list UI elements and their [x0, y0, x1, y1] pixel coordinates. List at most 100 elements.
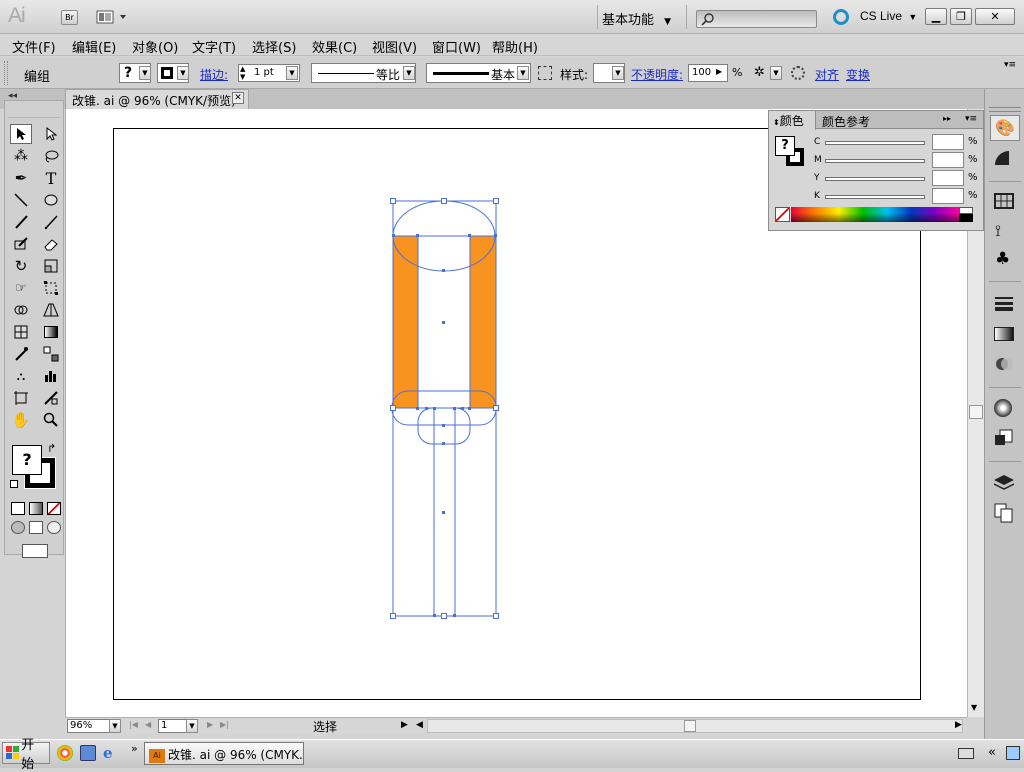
hand-tool-icon[interactable]: ✋ [10, 410, 32, 430]
color-guide-icon[interactable] [993, 149, 1015, 167]
cyan-field[interactable] [932, 134, 964, 150]
chevron-down-icon[interactable]: ▼ [109, 719, 121, 733]
bridge-button[interactable]: Br [61, 10, 78, 25]
panel-menu-icon[interactable]: ▾≡ [965, 114, 977, 124]
color-spectrum[interactable] [791, 207, 959, 222]
magic-wand-tool-icon[interactable]: ⁂ [10, 146, 32, 166]
chevron-right-icon[interactable]: ▶ [716, 67, 722, 76]
none-mode-icon[interactable] [47, 502, 61, 515]
brush-definition[interactable]: 基本 [426, 63, 531, 83]
blob-brush-tool-icon[interactable] [10, 234, 32, 254]
paintbrush-tool-icon[interactable] [10, 212, 32, 232]
symbols-icon[interactable]: ♣ [995, 249, 1010, 269]
direct-selection-tool-icon[interactable] [40, 124, 62, 144]
transparency-icon[interactable] [994, 355, 1014, 373]
color-mode-icon[interactable] [11, 502, 25, 515]
scroll-thumb[interactable] [684, 720, 696, 732]
fill-box[interactable]: ? [12, 445, 42, 475]
zoom-tool-icon[interactable] [40, 410, 62, 430]
yellow-slider[interactable] [825, 177, 925, 181]
column-graph-tool-icon[interactable] [40, 366, 62, 386]
close-tab-icon[interactable]: ✕ [232, 92, 244, 104]
menu-window[interactable]: 窗口(W) [426, 37, 487, 56]
none-swatch[interactable] [775, 207, 790, 222]
brushes-icon[interactable]: ⟟ [995, 221, 1001, 241]
transform-label[interactable]: 变换 [846, 66, 870, 83]
color-panel-fill-box[interactable]: ? [775, 136, 795, 156]
color-panel-icon[interactable]: 🎨 [990, 115, 1020, 141]
collapse-icon[interactable]: ▸▸ [943, 114, 951, 123]
chevron-down-icon[interactable]: ▼ [403, 66, 415, 80]
artboard-tool-icon[interactable] [10, 388, 32, 408]
chevron-down-icon[interactable]: ▼ [186, 719, 198, 733]
gradient-mode-icon[interactable] [29, 502, 43, 515]
menu-view[interactable]: 视图(V) [366, 37, 423, 56]
expand-tray-icon[interactable]: « [988, 745, 996, 760]
line-tool-icon[interactable] [10, 190, 32, 210]
arrange-documents-button[interactable] [96, 10, 128, 25]
graphic-styles-icon[interactable] [994, 429, 1014, 447]
blend-tool-icon[interactable] [40, 344, 62, 364]
brush-options-icon[interactable] [538, 66, 552, 80]
screen-mode-icon[interactable] [22, 544, 48, 558]
tab-color-guide[interactable]: 颜色参考 [822, 113, 870, 130]
default-colors-icon[interactable] [10, 480, 18, 488]
variable-width-profile[interactable]: 等比 [311, 63, 416, 83]
tab-color[interactable]: ⬍颜色 [769, 111, 816, 130]
menu-file[interactable]: 文件(F) [6, 37, 62, 56]
stepper-icon[interactable]: ▲ ▼ [240, 65, 245, 81]
slice-tool-icon[interactable] [40, 388, 62, 408]
shape-builder-tool-icon[interactable] [10, 300, 32, 320]
chevron-down-icon[interactable]: ▼ [177, 66, 189, 80]
eraser-tool-icon[interactable] [40, 234, 62, 254]
dock-grip[interactable] [989, 107, 1021, 112]
scroll-thumb[interactable] [969, 405, 983, 419]
fill-stroke-control[interactable]: ? ↱ [5, 442, 63, 500]
pencil-tool-icon[interactable] [40, 212, 62, 232]
type-tool-icon[interactable]: T [40, 168, 62, 188]
chevron-down-icon[interactable]: ▼ [139, 66, 151, 80]
search-input[interactable] [696, 10, 817, 28]
magenta-field[interactable] [932, 152, 964, 168]
menu-effect[interactable]: 效果(C) [306, 37, 363, 56]
start-button[interactable]: 开始 [2, 738, 50, 772]
chevron-down-icon[interactable]: ▼ [770, 66, 782, 80]
horizontal-scrollbar[interactable] [427, 719, 963, 733]
black-swatch[interactable] [959, 214, 973, 222]
ellipse-tool-icon[interactable] [40, 190, 62, 210]
panel-menu-icon[interactable]: ▾≡ [1004, 60, 1016, 70]
white-swatch[interactable] [959, 207, 973, 214]
swap-fill-stroke-icon[interactable]: ↱ [47, 442, 56, 455]
zoom-field[interactable]: 96% [67, 719, 111, 733]
scroll-left-icon[interactable]: ◀ [416, 720, 423, 730]
recolor-artwork-icon[interactable]: ✲ [754, 65, 765, 80]
chevron-right-icon[interactable]: » [131, 742, 138, 755]
lasso-tool-icon[interactable] [40, 146, 62, 166]
next-page-icon[interactable]: ▶ [207, 720, 213, 729]
scroll-right-icon[interactable]: ▶ [955, 720, 962, 730]
eyedropper-tool-icon[interactable] [10, 344, 32, 364]
stroke-label[interactable]: 描边: [200, 66, 228, 83]
rotate-tool-icon[interactable]: ↻ [10, 256, 32, 276]
black-field[interactable] [932, 188, 964, 204]
globe-icon[interactable] [791, 66, 805, 80]
magenta-slider[interactable] [825, 159, 925, 163]
page-field[interactable]: 1 [158, 719, 188, 733]
quicklaunch-ie-icon[interactable]: e [103, 744, 113, 762]
align-label[interactable]: 对齐 [815, 66, 839, 83]
scroll-down-arrow-icon[interactable]: ▼ [971, 703, 977, 712]
pen-tool-icon[interactable]: ✒ [10, 168, 32, 188]
gradient-icon[interactable] [994, 327, 1014, 341]
menu-edit[interactable]: 编辑(E) [66, 37, 122, 56]
scale-tool-icon[interactable] [40, 256, 62, 276]
close-button[interactable]: ✕ [975, 8, 1015, 25]
draw-inside-icon[interactable] [47, 521, 61, 534]
black-slider[interactable] [825, 195, 925, 199]
layers-icon[interactable] [993, 473, 1015, 491]
restore-button[interactable]: ❐ [950, 8, 972, 25]
minimize-button[interactable]: ▁ [925, 8, 947, 25]
grip-handle[interactable] [4, 61, 8, 85]
warp-tool-icon[interactable]: ☞ [10, 278, 32, 298]
draw-behind-icon[interactable] [29, 521, 43, 534]
status-field[interactable]: 选择 [235, 718, 415, 734]
